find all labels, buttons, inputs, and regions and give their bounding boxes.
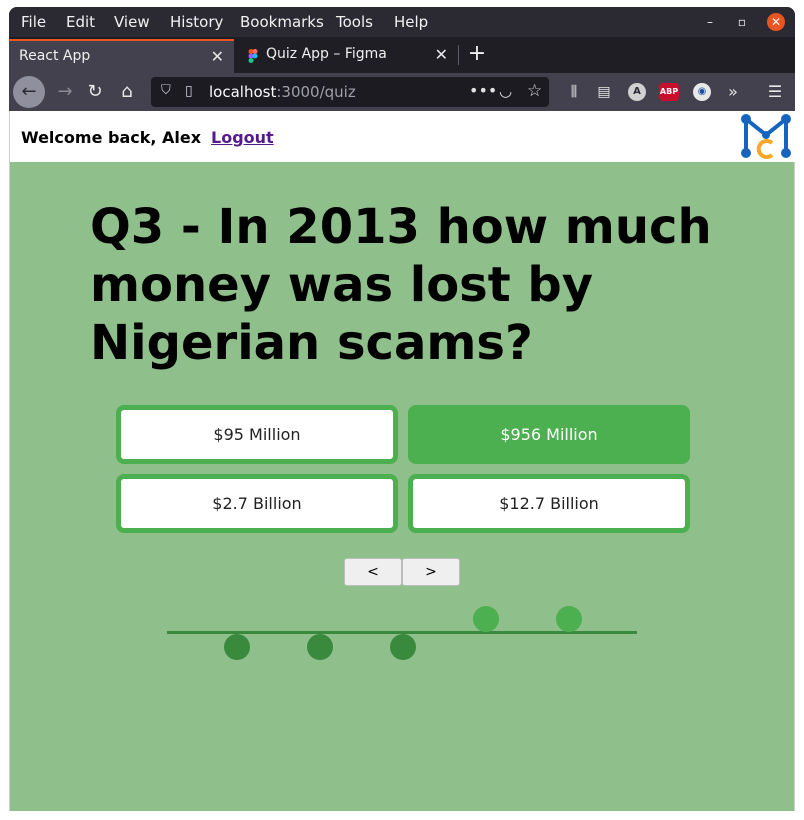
page-info-icon[interactable]: ▯ [185,83,193,99]
answer-option-4[interactable]: $12.7 Billion [408,474,690,533]
maximize-icon[interactable]: ▫ [733,13,751,31]
forward-arrow-icon[interactable]: → [51,78,79,106]
library-icon[interactable]: ⫼ [564,82,584,102]
bookmark-star-icon[interactable]: ☆ [527,81,542,101]
account-icon[interactable]: A [628,83,646,101]
close-window-icon[interactable]: ✕ [767,13,785,31]
menu-bookmarks[interactable]: Bookmarks [240,13,324,31]
tab-strip: React App ✕ Quiz App – Figma ✕ + [9,37,795,73]
previous-question-button[interactable]: < [344,558,402,586]
welcome-text: Welcome back, Alex [21,128,202,147]
page-viewport: Welcome back, Alex Logout Q3 - In 2013 h… [9,111,795,811]
next-question-button[interactable]: > [402,558,460,586]
url-text[interactable]: localhost:3000/quiz [209,83,356,101]
menu-icon[interactable]: ☰ [765,82,785,102]
shield-icon[interactable]: ⛉ [161,83,171,98]
tab-label: React App [19,48,91,64]
pocket-icon[interactable]: ◡ [499,82,512,100]
browser-window: File Edit View History Bookmarks Tools H… [9,7,795,811]
menu-help[interactable]: Help [394,13,428,31]
progress-dot-answered [224,634,250,660]
page-actions-icon[interactable]: ••• [469,81,497,100]
app-logo [741,114,791,159]
url-bar[interactable]: ⛉ ▯ localhost:3000/quiz ••• ◡ ☆ [151,77,549,107]
menu-edit[interactable]: Edit [66,13,95,31]
tab-divider [458,45,459,65]
answer-option-2[interactable]: $956 Million [408,405,690,464]
navigation-toolbar: ← → ↻ ⌂ ⛉ ▯ localhost:3000/quiz ••• ◡ ☆ … [9,73,795,111]
tab-label: Quiz App – Figma [266,46,387,62]
menu-bar: File Edit View History Bookmarks Tools H… [9,7,795,37]
progress-dot-remaining [556,606,582,632]
tab-react-app[interactable]: React App ✕ [9,39,234,73]
tab-quiz-figma[interactable]: Quiz App – Figma ✕ [234,39,458,73]
answer-option-1[interactable]: $95 Million [116,405,398,464]
menu-tools[interactable]: Tools [336,13,373,31]
menu-history[interactable]: History [170,13,223,31]
menu-view[interactable]: View [114,13,150,31]
menu-file[interactable]: File [21,13,46,31]
back-arrow-icon[interactable]: ← [13,76,45,108]
answer-option-3[interactable]: $2.7 Billion [116,474,398,533]
logout-link[interactable]: Logout [211,128,274,147]
progress-dot-answered [307,634,333,660]
minimize-icon[interactable]: – [701,13,719,31]
app-header: Welcome back, Alex Logout [10,111,795,162]
question-heading: Q3 - In 2013 how much money was lost by … [90,199,712,371]
reader-view-icon[interactable]: ▤ [594,82,614,102]
adblock-icon[interactable]: ABP [659,83,679,101]
overflow-icon[interactable]: » [723,82,743,102]
progress-dot-remaining [473,606,499,632]
close-tab-icon[interactable]: ✕ [211,47,224,66]
figma-icon [248,49,258,63]
extension-icon[interactable]: ◉ [693,83,711,101]
close-tab-icon[interactable]: ✕ [435,45,448,64]
reload-icon[interactable]: ↻ [81,78,109,106]
home-icon[interactable]: ⌂ [113,78,141,106]
new-tab-icon[interactable]: + [465,41,489,67]
progress-dot-answered [390,634,416,660]
